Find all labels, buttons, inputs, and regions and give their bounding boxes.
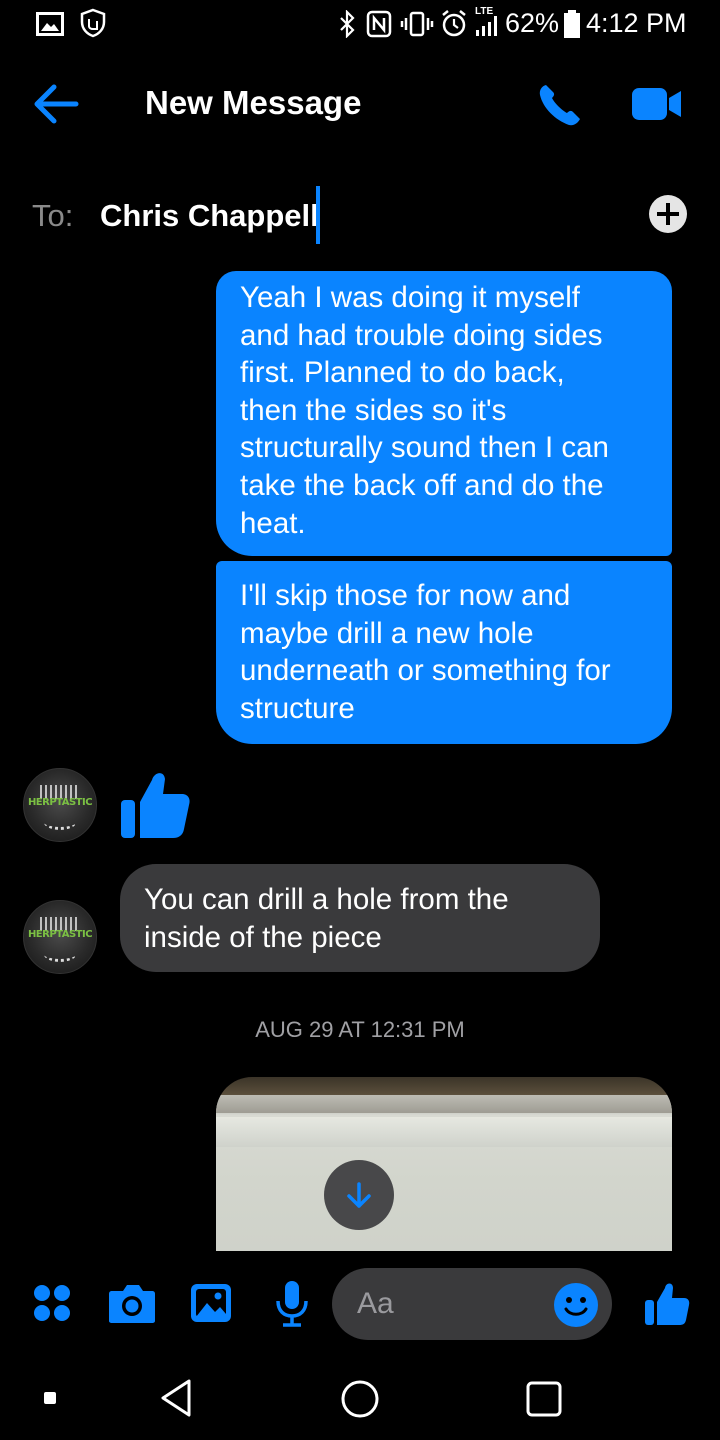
thumbs-up-icon[interactable] (643, 1280, 691, 1326)
text-cursor (316, 186, 320, 244)
message-input-placeholder: Aa (357, 1287, 394, 1320)
vibrate-icon (400, 11, 434, 37)
avatar[interactable]: HERPTASTIC (23, 768, 97, 842)
image-message[interactable] (216, 1077, 672, 1251)
system-nav-bar (0, 1356, 720, 1440)
gallery-icon (36, 12, 64, 36)
recipient-input[interactable]: Chris Chappell (100, 198, 319, 234)
photo-rim (216, 1117, 672, 1147)
plus-circle-icon[interactable] (648, 194, 688, 234)
avatar-logo-gecko (44, 815, 76, 830)
battery-percent: 62% (505, 8, 560, 38)
alarm-icon (442, 10, 466, 37)
page-title: New Message (145, 84, 362, 121)
bluetooth-icon (340, 10, 355, 38)
image-icon[interactable] (190, 1283, 232, 1323)
avatar[interactable]: HERPTASTIC (23, 900, 97, 974)
thumbs-up-icon[interactable] (118, 766, 192, 840)
status-bar: LTE 62% 4:12 PM (0, 0, 720, 50)
overview-square-icon[interactable] (525, 1380, 563, 1418)
recents-dot-icon[interactable] (43, 1391, 57, 1405)
back-arrow-icon[interactable] (32, 82, 80, 126)
shield-icon (80, 8, 106, 38)
arrow-down-icon (347, 1182, 371, 1208)
avatar-logo-text: HERPTASTIC (27, 797, 93, 808)
scroll-to-bottom-button[interactable] (324, 1160, 394, 1230)
message-bubble-outgoing[interactable]: Yeah I was doing it myself and had troub… (216, 271, 672, 556)
clock: 4:12 PM (586, 8, 687, 38)
microphone-icon[interactable] (274, 1280, 310, 1328)
avatar-logo-text: HERPTASTIC (27, 929, 93, 940)
home-circle-icon[interactable] (340, 1379, 380, 1419)
battery-icon (564, 10, 580, 38)
avatar-logo-gecko (44, 947, 76, 962)
emoji-icon[interactable] (553, 1282, 599, 1328)
video-camera-icon[interactable] (631, 86, 683, 122)
message-bubble-incoming[interactable]: You can drill a hole from the inside of … (120, 864, 600, 972)
back-triangle-icon[interactable] (158, 1378, 194, 1418)
apps-grid-icon[interactable] (33, 1284, 71, 1322)
timestamp: AUG 29 AT 12:31 PM (255, 1017, 465, 1042)
nfc-icon (366, 10, 392, 38)
camera-icon[interactable] (108, 1282, 156, 1324)
signal-icon (476, 16, 497, 36)
to-label: To: (32, 198, 74, 233)
phone-icon[interactable] (536, 82, 584, 128)
photo-rail (216, 1095, 672, 1113)
message-bubble-outgoing[interactable]: I'll skip those for now and maybe drill … (216, 561, 672, 744)
